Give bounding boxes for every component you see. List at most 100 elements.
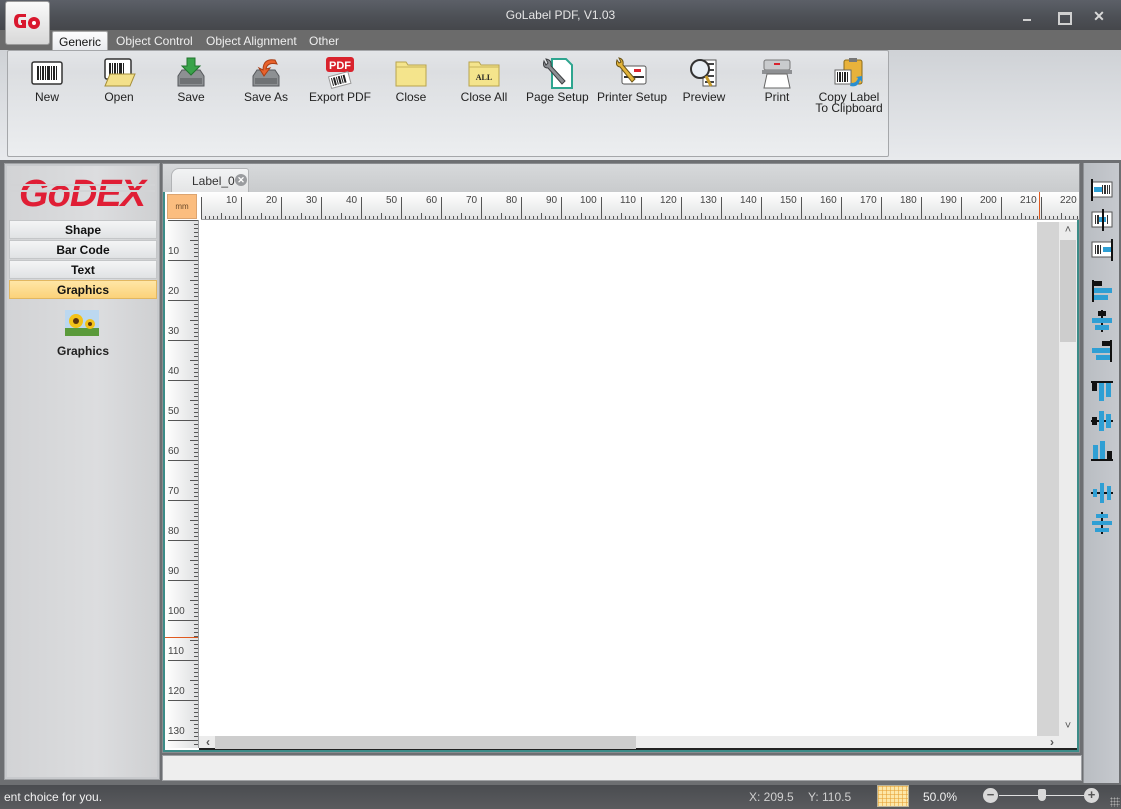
distribute-vertical-button[interactable] [1089,510,1115,536]
ruler-minor-tick [497,216,498,219]
ruler-minor-tick [353,216,354,219]
ruler-minor-tick [194,408,198,409]
align-object-left-button[interactable] [1089,177,1115,203]
export-pdf-button[interactable]: PDF Export PDF [308,54,372,118]
ruler-minor-tick [477,216,478,219]
zoom-slider-thumb[interactable] [1037,789,1046,801]
save-as-icon [252,59,280,87]
close-tab-icon[interactable]: ✕ [235,174,247,186]
close-folder-icon [395,61,427,87]
ruler-major-tick [168,500,198,501]
horizontal-scrollbar[interactable]: ‹ › [199,736,1077,750]
tab-object-control[interactable]: Object Control [110,31,199,50]
page-setup-button[interactable]: Page Setup [526,54,589,118]
align-left-edges-button[interactable] [1089,278,1115,304]
category-graphics[interactable]: Graphics [9,280,157,299]
ruler-minor-tick [709,216,710,219]
category-bar-code[interactable]: Bar Code [9,240,157,259]
align-right-edges-button[interactable] [1089,338,1115,364]
ruler-minor-tick [993,216,994,219]
save-as-button[interactable]: Save As [238,54,294,118]
category-text[interactable]: Text [9,260,157,279]
ruler-minor-tick [194,332,198,333]
vertical-scrollbar[interactable]: ˄ ˅ [1037,222,1077,738]
new-button[interactable]: New [22,54,72,118]
ruler-minor-tick [217,216,218,219]
ruler-minor-tick [649,216,650,219]
ruler-minor-tick [194,292,198,293]
ruler-minor-tick [985,216,986,219]
ruler-minor-tick [777,216,778,219]
ruler-minor-tick [194,724,198,725]
label-canvas[interactable]: mm 10 20 30 40 50 60 70 80 90 100 110 120 130 140 150 1… [163,192,1079,752]
ruler-minor-tick [445,216,446,219]
align-object-center-button[interactable] [1089,207,1115,233]
ruler-minor-tick [593,216,594,219]
align-bottom-edges-button[interactable] [1089,438,1115,464]
ruler-minor-tick [689,216,690,219]
ruler-major-tick [921,197,922,219]
ruler-minor-tick [929,216,930,219]
horizontal-scroll-thumb[interactable] [215,736,636,749]
close-button[interactable]: Close [386,54,436,118]
ruler-minor-tick [194,744,198,745]
zoom-out-icon[interactable]: − [983,788,998,803]
ruler-minor-tick [645,216,646,219]
minimize-button[interactable] [1018,8,1036,24]
print-button[interactable]: Print [754,54,800,118]
ruler-minor-tick [525,216,526,219]
grid-toggle-icon[interactable] [877,785,909,807]
ruler-minor-tick [277,216,278,219]
unit-indicator[interactable]: mm [167,194,197,219]
close-window-button[interactable]: ✕ [1090,8,1108,24]
tab-generic[interactable]: Generic [52,31,109,50]
open-button[interactable]: Open [94,54,144,118]
save-button[interactable]: Save [166,54,216,118]
preview-button[interactable]: Preview [678,54,730,118]
ruler-major-tick [1001,197,1002,219]
vertical-scroll-thumb[interactable] [1060,240,1076,342]
graphics-tool-item[interactable]: Graphics [47,310,119,360]
ruler-minor-tick [989,216,990,219]
scroll-right-arrow-icon[interactable]: › [1045,736,1059,749]
zoom-in-icon[interactable]: + [1084,788,1099,803]
copy-label-line2: To Clipboard [815,101,883,115]
printer-setup-icon [615,57,647,85]
ruler-minor-tick [194,244,198,245]
ruler-minor-tick [194,584,198,585]
ruler-minor-tick [1073,216,1074,219]
distribute-horizontal-button[interactable] [1089,480,1115,506]
scroll-down-arrow-icon[interactable]: ˅ [1060,720,1076,734]
align-horizontal-centers-button[interactable] [1089,308,1115,334]
ruler-major-tick [961,197,962,219]
maximize-button[interactable] [1054,8,1072,25]
ruler-minor-tick [1061,213,1062,219]
ruler-minor-tick [194,248,198,249]
ruler-minor-tick [769,216,770,219]
ruler-minor-tick [265,216,266,219]
close-all-button[interactable]: ALL Close All [458,54,510,118]
ruler-minor-tick [194,296,198,297]
resize-grip[interactable] [1110,797,1120,807]
printer-setup-button[interactable]: Printer Setup [597,54,667,118]
ruler-minor-tick [625,216,626,219]
document-tab-label-0[interactable]: Label_0 ✕ [171,168,249,192]
ruler-minor-tick [413,216,414,219]
tab-other[interactable]: Other [303,31,345,50]
align-vertical-centers-button[interactable] [1089,408,1115,434]
ruler-minor-tick [194,616,198,617]
app-menu-button[interactable] [5,1,50,45]
align-top-edges-button[interactable] [1089,378,1115,404]
tab-object-alignment[interactable]: Object Alignment [200,31,303,50]
ruler-minor-tick [190,480,198,481]
h-ruler-label: 90 [546,195,558,206]
ruler-minor-tick [865,216,866,219]
copy-label-to-clipboard-button[interactable]: Copy Label To Clipboard [814,54,884,126]
scroll-left-arrow-icon[interactable]: ‹ [201,736,215,749]
ruler-minor-tick [194,548,198,549]
align-object-right-button[interactable] [1089,237,1115,263]
scroll-up-arrow-icon[interactable]: ˄ [1060,224,1076,238]
category-shape[interactable]: Shape [9,220,157,239]
ruler-minor-tick [757,216,758,219]
h-ruler-label: 170 [860,195,877,206]
